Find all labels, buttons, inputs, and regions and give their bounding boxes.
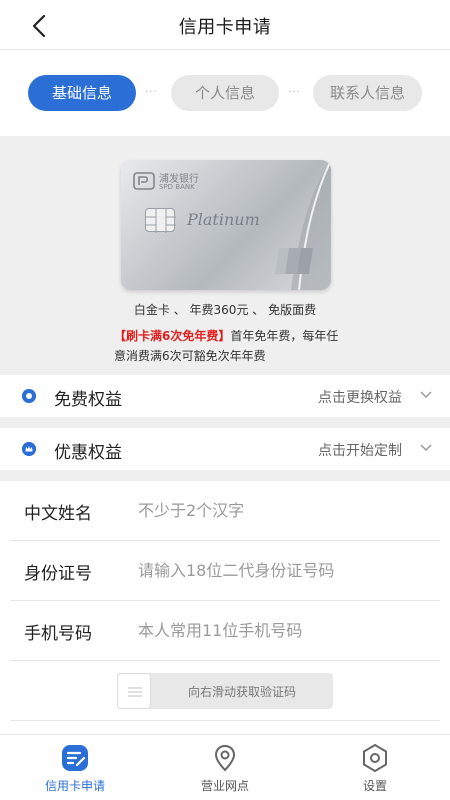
bank-logo-icon <box>133 172 155 190</box>
discount-benefits-label: 优惠权益 <box>54 443 122 463</box>
card-chip-icon <box>145 208 176 233</box>
nav-settings-label: 设置 <box>362 779 387 793</box>
row-divider <box>10 720 440 721</box>
nav-card-apply-label: 信用卡申请 <box>44 779 105 793</box>
name-label: 中文姓名 <box>24 504 92 524</box>
slider-hint: 向右滑动获取验证码 <box>187 685 296 699</box>
credit-card-image: 浦发银行 SPD BANK Platinum <box>121 160 331 290</box>
section-gap <box>0 417 450 428</box>
chevron-down-icon[interactable] <box>420 391 432 399</box>
phone-input[interactable] <box>138 615 428 645</box>
promo-highlight: 【刷卡满6次免年费】 <box>114 329 231 343</box>
page-title: 信用卡申请 <box>178 17 272 38</box>
change-benefit-action[interactable]: 点击更换权益 <box>318 387 402 407</box>
card-description: 白金卡 、 年费360元 、 免版面费 <box>133 303 317 317</box>
benefit-icon <box>22 389 36 403</box>
nav-card-apply[interactable]: 信用卡申请 <box>0 735 150 800</box>
nav-branches[interactable]: 营业网点 <box>150 735 300 800</box>
slider-handle[interactable] <box>117 673 151 709</box>
phone-row: 手机号码 <box>0 601 450 661</box>
id-number-row: 身份证号 <box>0 541 450 601</box>
settings-hex-icon <box>363 744 387 772</box>
promo-text-block: 【刷卡满6次免年费】首年免年费，每年任意消费满6次可豁免次年年费 <box>114 326 344 366</box>
name-row: 中文姓名 <box>0 481 450 541</box>
verification-slider-row: 向右滑动获取验证码 <box>0 661 450 721</box>
id-number-label: 身份证号 <box>24 564 92 584</box>
phone-label: 手机号码 <box>24 624 92 644</box>
step-tabs: 基础信息 ··· 个人信息 ··· 联系人信息 <box>0 51 450 136</box>
free-benefits-label: 免费权益 <box>54 390 122 410</box>
id-number-input[interactable] <box>138 555 428 585</box>
verification-slider-track[interactable]: 向右滑动获取验证码 <box>117 673 333 709</box>
card-tier-text: Platinum <box>187 210 260 229</box>
card-section: 浦发银行 SPD BANK Platinum 白金卡 、 年费360元 、 免版… <box>0 136 450 373</box>
step-basic-info[interactable]: 基础信息 <box>28 75 136 111</box>
nav-branches-label: 营业网点 <box>200 779 249 793</box>
free-benefits-row[interactable]: 免费权益 点击更换权益 <box>0 375 450 417</box>
chevron-down-icon[interactable] <box>420 444 432 452</box>
section-gap <box>0 470 450 481</box>
unionpay-logo-icon <box>275 248 313 274</box>
header-bar: 信用卡申请 <box>0 0 450 50</box>
slider-grip-icon <box>128 687 142 697</box>
bottom-nav: 信用卡申请 营业网点 设置 <box>0 734 450 800</box>
step-personal-info[interactable]: 个人信息 <box>171 75 279 111</box>
location-pin-icon <box>214 744 236 772</box>
discount-benefits-row[interactable]: 优惠权益 点击开始定制 <box>0 428 450 470</box>
step-separator: ··· <box>288 87 301 98</box>
nav-settings[interactable]: 设置 <box>300 735 450 800</box>
step-separator: ··· <box>145 87 158 98</box>
card-apply-icon <box>62 745 88 771</box>
name-input[interactable] <box>138 495 428 525</box>
customize-benefit-action[interactable]: 点击开始定制 <box>318 440 402 460</box>
step-contact-info[interactable]: 联系人信息 <box>313 75 422 111</box>
card-bank-name-en: SPD BANK <box>159 183 195 191</box>
crown-icon <box>22 442 36 456</box>
